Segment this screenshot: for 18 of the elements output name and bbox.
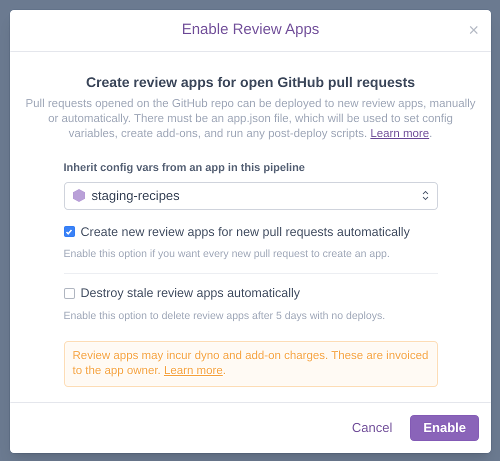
checkbox[interactable] (64, 288, 74, 299)
learn-more-link[interactable]: Learn more (370, 128, 430, 140)
select-value: staging-recipes (92, 186, 181, 205)
field-label: Inherit config vars from an app in this pipeline (64, 161, 306, 176)
updown-caret-icon (422, 190, 428, 201)
option-hint: Enable this option if you want every new pull request to create an app. (64, 247, 391, 262)
section-heading: Create review apps for open GitHub pull requests (86, 73, 416, 92)
checkbox-label: Destroy stale review apps automatically (80, 285, 300, 302)
intro-paragraph: Pull requests opened on the GitHub repo can be deployed to new review apps, manually or automatically. There must be an app.json file, which will be used to set config variables, create add-ons, and run any post-deploy scripts. Learn more. (24, 97, 477, 142)
warning-text: Review apps may incur dyno and add-on charges. These are invoiced to the app owner. Learn more. (72, 348, 428, 378)
checkbox-label: Create new review apps for new pull requests automatically (80, 224, 410, 241)
cancel-button[interactable]: Cancel (348, 415, 396, 441)
hexagon-icon (72, 189, 84, 202)
app-select[interactable]: staging-recipes (64, 182, 438, 210)
checkbox[interactable] (64, 226, 74, 238)
dialog-title: Enable Review Apps (182, 20, 320, 40)
option-hint: Enable this option to delete review apps after 5 days with no deploys. (64, 308, 386, 324)
enable-button[interactable]: Enable (410, 415, 479, 441)
